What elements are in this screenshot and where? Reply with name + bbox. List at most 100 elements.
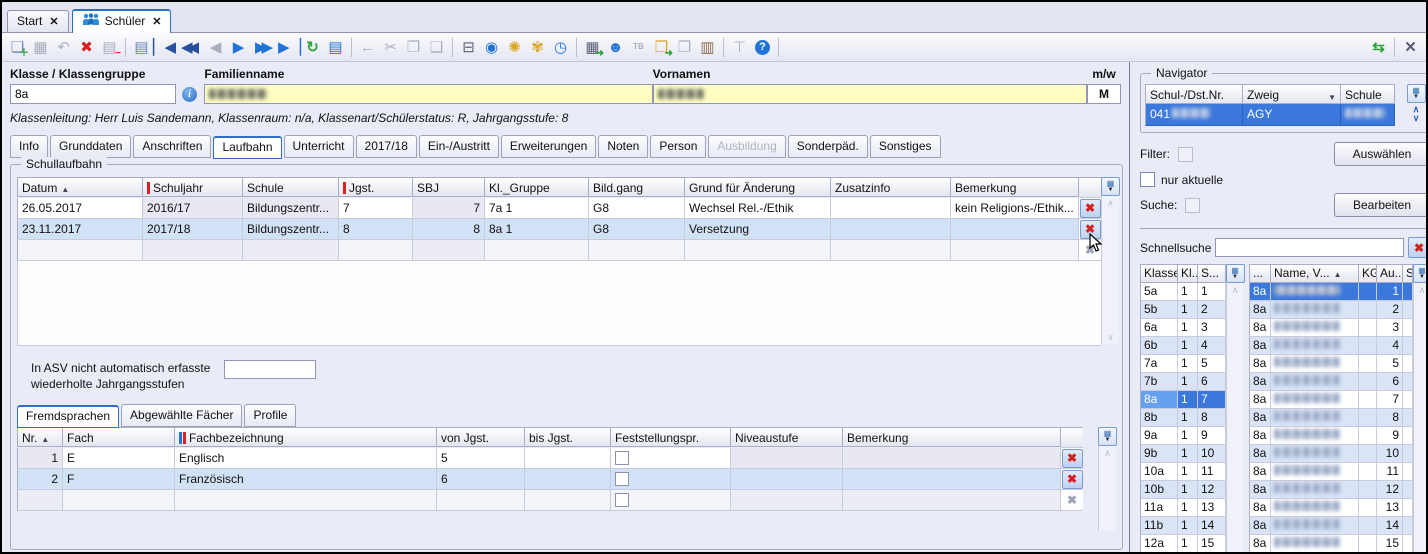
- column-header-kl-gruppe[interactable]: Kl._Gruppe: [485, 177, 589, 197]
- scroll-down-icon[interactable]: ∨: [1107, 332, 1114, 342]
- alarm-clock-icon[interactable]: ◷: [549, 37, 572, 58]
- new-record-icon[interactable]: ❏＋: [6, 37, 29, 58]
- previous-record-icon[interactable]: ◀: [204, 37, 227, 58]
- column-header-fachbezeichnung[interactable]: Fachbezeichnung: [175, 427, 437, 447]
- sub-tab[interactable]: Profile: [244, 404, 296, 427]
- column-header-s[interactable]: S.: [1403, 264, 1413, 283]
- discard-form-icon[interactable]: ▤−: [98, 37, 121, 58]
- copy-record-icon[interactable]: ▤: [130, 37, 153, 58]
- schullaufbahn-row[interactable]: 23.11.2017 2017/18 Bildungszentr... 8 8 …: [17, 219, 1101, 240]
- schueler-row[interactable]: 8a 11: [1249, 463, 1413, 481]
- module-tab[interactable]: Grunddaten: [50, 135, 131, 158]
- module-tab[interactable]: Unterricht: [284, 135, 354, 158]
- feststellungspr-checkbox[interactable]: [615, 493, 629, 507]
- schueler-row[interactable]: 8a 9: [1249, 427, 1413, 445]
- fremdsprachen-row[interactable]: 1 E Englisch 5 ✖: [17, 448, 1098, 469]
- column-config-icon[interactable]: ▦▼: [1101, 177, 1120, 196]
- bearbeiten-button[interactable]: Bearbeiten: [1334, 193, 1428, 217]
- module-tab[interactable]: Sonderpäd.: [788, 135, 868, 158]
- klassen-row[interactable]: 5b 1 2: [1140, 301, 1226, 319]
- column-config-icon[interactable]: ▦▼: [1413, 264, 1428, 283]
- fremdsprachen-row[interactable]: 2 F Französisch 6 ✖: [17, 469, 1098, 490]
- filter-indicator[interactable]: [1178, 147, 1193, 162]
- schueler-row[interactable]: 8a 14: [1249, 517, 1413, 535]
- vornamen-field[interactable]: [653, 84, 1087, 104]
- student-export-icon[interactable]: ☻: [604, 37, 627, 58]
- klassen-row[interactable]: 7a 1 5: [1140, 355, 1226, 373]
- sub-tab[interactable]: Abgewählte Fächer: [121, 404, 242, 427]
- column-config-icon[interactable]: ▦▼: [1098, 427, 1117, 446]
- module-tab[interactable]: Ein-/Austritt: [419, 135, 499, 158]
- table-scrollbar[interactable]: ▦▼ ∧ ∨: [1101, 177, 1119, 344]
- next-record-icon[interactable]: ▶: [227, 37, 250, 58]
- module-tab[interactable]: Person: [650, 135, 706, 158]
- scroll-up-icon[interactable]: ∧: [1107, 198, 1114, 208]
- schullaufbahn-row[interactable]: ✖: [17, 240, 1101, 261]
- wiederholte-input[interactable]: [224, 360, 316, 379]
- auswaehlen-button[interactable]: Auswählen: [1334, 142, 1428, 166]
- preview-icon[interactable]: ◉: [480, 37, 503, 58]
- klassen-row[interactable]: 11b 1 14: [1140, 517, 1226, 535]
- column-header-name[interactable]: Name, V...▲: [1271, 264, 1359, 283]
- klassen-row[interactable]: 8a 1 7: [1140, 391, 1226, 409]
- report-list-icon[interactable]: ▤: [324, 37, 347, 58]
- column-header-kl[interactable]: Kl...: [1178, 264, 1198, 283]
- column-header-von-jgst[interactable]: von Jgst.: [437, 427, 525, 447]
- scroll-down-icon[interactable]: ∨: [1413, 114, 1420, 123]
- column-config-icon[interactable]: ▦▼: [1407, 84, 1426, 103]
- column-header-niveaustufe[interactable]: Niveaustufe: [731, 427, 843, 447]
- column-header-schule[interactable]: Schule: [243, 177, 339, 197]
- print-icon[interactable]: ⊟: [457, 37, 480, 58]
- hint-icon[interactable]: ✺: [503, 37, 526, 58]
- column-header-grund[interactable]: Grund für Änderung: [685, 177, 831, 197]
- module-tab[interactable]: Laufbahn: [213, 136, 281, 159]
- schueler-row[interactable]: 8a 12: [1249, 481, 1413, 499]
- klassen-row[interactable]: 10a 1 11: [1140, 463, 1226, 481]
- schullaufbahn-row[interactable]: 26.05.2017 2016/17 Bildungszentr... 7 7 …: [17, 198, 1101, 219]
- module-tab[interactable]: Anschriften: [133, 135, 211, 158]
- module-tab[interactable]: Noten: [598, 135, 648, 158]
- suche-indicator[interactable]: [1185, 198, 1200, 213]
- column-header-jgst[interactable]: Jgst.: [339, 177, 413, 197]
- schueler-row[interactable]: 8a 10: [1249, 445, 1413, 463]
- close-tab-icon[interactable]: ✕: [49, 15, 58, 28]
- scroll-up-icon[interactable]: ∧: [1232, 285, 1239, 295]
- klassen-row[interactable]: 9a 1 9: [1140, 427, 1226, 445]
- column-header-kg[interactable]: KG: [1359, 264, 1377, 283]
- column-header-bemerkung[interactable]: Bemerkung: [843, 427, 1061, 447]
- table-scrollbar[interactable]: ▦▼ ∧: [1098, 427, 1116, 531]
- column-header-au[interactable]: Au...: [1377, 264, 1403, 283]
- column-header-bildgang[interactable]: Bild.gang: [589, 177, 685, 197]
- klassen-row[interactable]: 10b 1 12: [1140, 481, 1226, 499]
- column-header-schuljahr[interactable]: Schuljahr: [143, 177, 243, 197]
- schueler-row[interactable]: 8a 8: [1249, 409, 1413, 427]
- module-tab[interactable]: Sonstiges: [870, 135, 941, 158]
- delete-row-button[interactable]: ✖: [1062, 449, 1083, 468]
- klassen-row[interactable]: 6a 1 3: [1140, 319, 1226, 337]
- fremdsprachen-row[interactable]: ✖: [17, 490, 1098, 511]
- column-header-schulnr[interactable]: Schul-/Dst.Nr.: [1145, 84, 1243, 104]
- schueler-row[interactable]: 8a 13: [1249, 499, 1413, 517]
- module-tab[interactable]: 2017/18: [356, 135, 417, 158]
- schueler-row[interactable]: 8a 7: [1249, 391, 1413, 409]
- column-header-klasse[interactable]: Klasse: [1140, 264, 1178, 283]
- module-tab[interactable]: Erweiterungen: [501, 135, 596, 158]
- column-header-schule[interactable]: Schule: [1341, 84, 1395, 104]
- module-tab[interactable]: Info: [10, 135, 48, 158]
- klassen-row[interactable]: 5a 1 1: [1140, 283, 1226, 301]
- scroll-up-icon[interactable]: ∧: [1104, 448, 1111, 458]
- column-header-s[interactable]: S...▲: [1198, 264, 1226, 283]
- close-panel-icon[interactable]: ✕: [1399, 37, 1422, 58]
- schnellsuche-input[interactable]: [1215, 238, 1404, 257]
- klasse-input[interactable]: [10, 84, 176, 104]
- column-header-sbj[interactable]: SBJ: [413, 177, 485, 197]
- column-config-icon[interactable]: ▦▼: [1226, 264, 1245, 283]
- column-header-dots[interactable]: ...: [1249, 264, 1271, 283]
- column-header-zweig[interactable]: Zweig▼: [1243, 84, 1341, 104]
- clear-search-icon[interactable]: ✖: [1408, 237, 1428, 258]
- schueler-row[interactable]: 8a 1: [1249, 283, 1413, 301]
- tab-start[interactable]: Start ✕: [7, 10, 69, 32]
- klassen-row[interactable]: 12a 1 15: [1140, 535, 1226, 553]
- module-tab[interactable]: Ausbildung: [708, 135, 785, 158]
- klassen-row[interactable]: 9b 1 10: [1140, 445, 1226, 463]
